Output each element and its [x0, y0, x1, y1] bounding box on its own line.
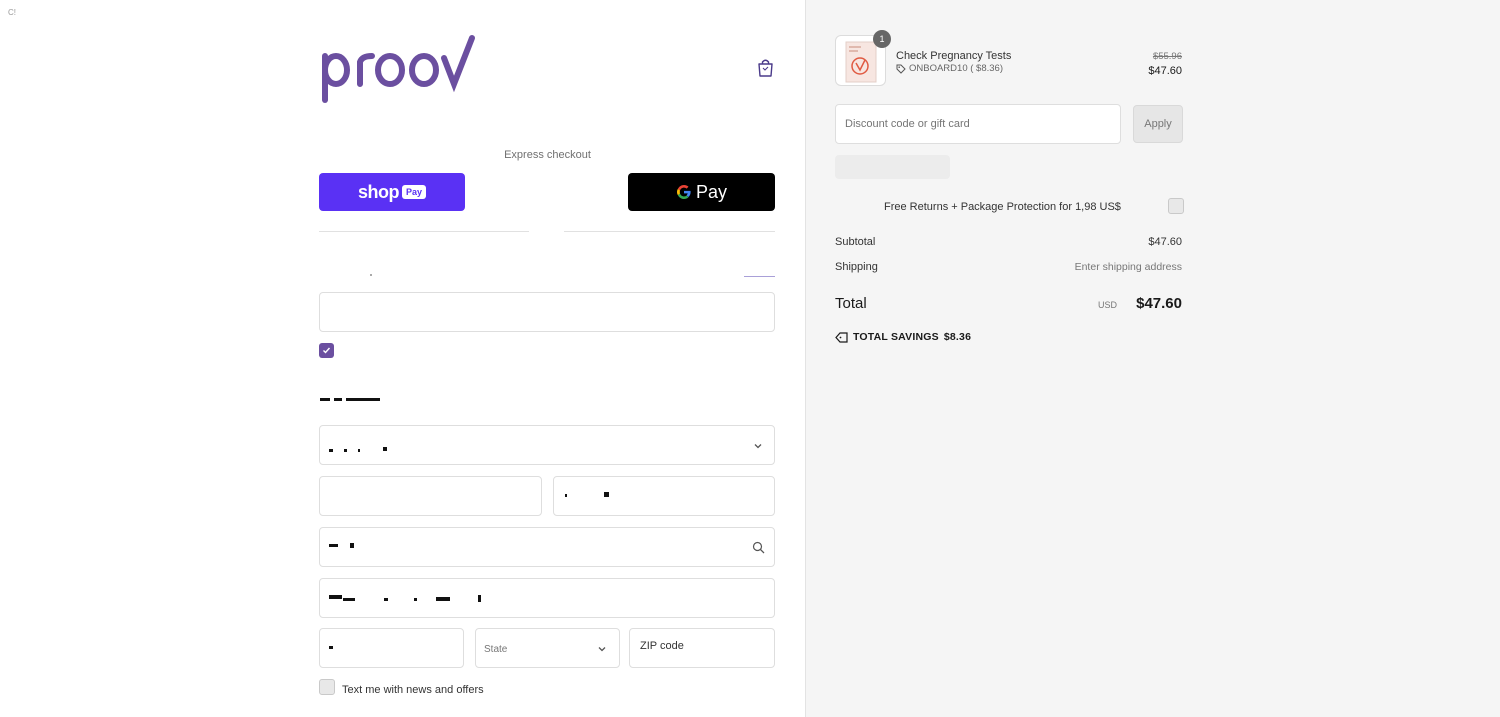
redacted-value: [358, 449, 360, 452]
address-field[interactable]: [319, 527, 775, 567]
sms-opt-in-label: Text me with news and offers: [342, 684, 484, 696]
shipping-value: Enter shipping address: [1074, 261, 1182, 273]
shopping-bag-icon[interactable]: [757, 58, 774, 77]
total-currency: USD: [1097, 300, 1117, 310]
redacted-value: [344, 449, 347, 452]
order-summary: 1 Check Pregnancy Tests ONBOARD10 ( $8.3…: [805, 0, 1500, 717]
redacted-value: [329, 449, 333, 452]
redacted-value: [565, 494, 567, 497]
redacted-heading: [346, 398, 380, 401]
redacted-value: [604, 492, 609, 497]
country-select[interactable]: [319, 425, 775, 465]
redacted-value: [350, 543, 354, 548]
newsletter-checkbox[interactable]: [319, 343, 334, 358]
shipping-label: Shipping: [835, 261, 878, 273]
current-price: $47.60: [1148, 65, 1182, 77]
loading-placeholder: [835, 155, 950, 179]
chevron-down-icon: [598, 647, 606, 652]
search-icon[interactable]: [752, 541, 765, 554]
first-name-field[interactable]: [319, 476, 542, 516]
divider: [319, 231, 529, 232]
shop-pay-wordmark: shop: [357, 181, 400, 202]
redacted-value: [383, 447, 387, 451]
redacted-value: [478, 595, 481, 602]
product-discount-tag: ONBOARD10 ( $8.36): [896, 63, 1003, 74]
original-price: $55.96: [1152, 51, 1182, 62]
corner-mark: C!: [8, 8, 16, 17]
shop-pay-badge: Pay: [401, 185, 426, 199]
product-name: Check Pregnancy Tests: [896, 50, 1012, 62]
total-savings: TOTAL SAVINGS $8.36: [835, 331, 971, 343]
zip-label: ZIP code: [640, 640, 684, 652]
sms-opt-in-checkbox[interactable]: [319, 679, 335, 695]
savings-value: $8.36: [943, 331, 972, 343]
redacted-value: [329, 544, 338, 547]
state-label: State: [484, 644, 508, 655]
redacted-value: [329, 595, 342, 599]
proov-logo[interactable]: [320, 32, 476, 104]
redacted-text: [370, 274, 372, 276]
redacted-value: [414, 598, 417, 601]
last-name-field[interactable]: [553, 476, 775, 516]
tag-icon: [896, 64, 906, 74]
quantity-badge: 1: [873, 30, 891, 48]
total-label: Total: [835, 295, 867, 312]
google-pay-button[interactable]: Pay: [628, 173, 775, 211]
contact-input[interactable]: [319, 292, 775, 332]
protection-checkbox[interactable]: [1168, 198, 1184, 214]
redacted-value: [436, 597, 450, 601]
apply-discount-button[interactable]: Apply: [1133, 105, 1183, 143]
google-g-icon: [676, 185, 691, 199]
savings-label: TOTAL SAVINGS: [853, 331, 939, 343]
subtotal-value: $47.60: [1148, 236, 1182, 248]
subtotal-label: Subtotal: [835, 236, 876, 248]
check-icon: [323, 347, 331, 354]
redacted-value: [329, 646, 333, 649]
express-checkout-label: Express checkout: [504, 149, 591, 161]
protection-label: Free Returns + Package Protection for 1,…: [884, 201, 1121, 213]
shop-pay-button[interactable]: shop Pay: [319, 173, 465, 211]
google-pay-label: Pay: [695, 181, 728, 202]
tag-icon: [835, 331, 848, 343]
total-value: $47.60: [1136, 295, 1182, 312]
divider: [564, 231, 775, 232]
city-field[interactable]: [319, 628, 464, 668]
redacted-value: [343, 598, 355, 601]
checkout-main: C! proov Express checkout shop Pay Pay: [0, 0, 805, 717]
discount-code-text: ONBOARD10 ( $8.36): [909, 63, 1003, 74]
discount-code-input[interactable]: [835, 104, 1121, 144]
redacted-heading: [320, 398, 330, 401]
redacted-value: [384, 598, 388, 601]
redacted-heading: [334, 398, 342, 401]
chevron-down-icon: [754, 444, 762, 449]
login-link[interactable]: [744, 276, 775, 277]
